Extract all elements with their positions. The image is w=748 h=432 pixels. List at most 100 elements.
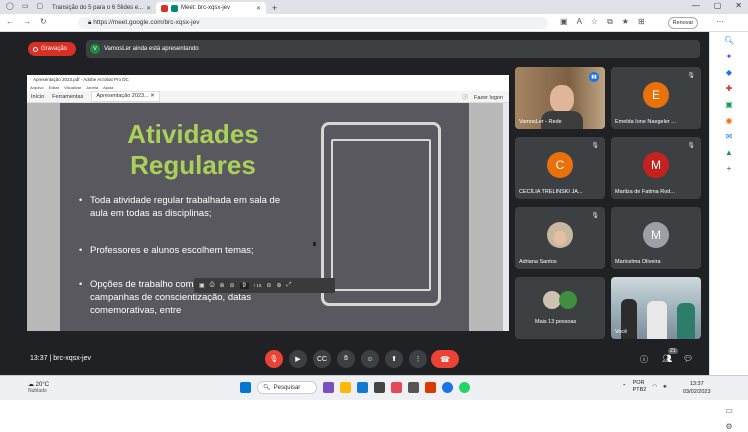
browser-tab-meet[interactable]: Meet: brc-xqsx-jev ✕	[156, 2, 266, 14]
add-sidebar-icon[interactable]: +	[724, 164, 734, 174]
camera-app-icon[interactable]	[408, 382, 419, 393]
participant-tile[interactable]: 🎙︎ E Emelda Ione Naegeler ...	[611, 67, 701, 129]
page-number-field[interactable]: 9	[239, 282, 249, 289]
present-button[interactable]: ⬆	[385, 350, 403, 368]
refresh-icon[interactable]: ↻	[40, 17, 47, 26]
menu-item[interactable]: Visualizar	[64, 85, 81, 90]
tab-home[interactable]: Início	[31, 94, 44, 100]
chevron-up-icon[interactable]: ⌃	[622, 384, 627, 390]
extensions-icon[interactable]: ⧉	[607, 17, 613, 27]
file-explorer-icon[interactable]	[340, 382, 351, 393]
maximize-icon[interactable]: ▢	[714, 1, 722, 10]
office-app-icon[interactable]	[425, 382, 436, 393]
more-participants-tile[interactable]: Mais 13 pessoas	[515, 277, 605, 339]
menu-item[interactable]: Janela	[86, 85, 98, 90]
menu-item[interactable]: Ajuda	[103, 85, 113, 90]
settings-icon[interactable]: ⚙	[724, 422, 734, 432]
camera-toggle-button[interactable]: ▶	[289, 350, 307, 368]
reactions-button[interactable]: ☺	[361, 350, 379, 368]
taskbar-search[interactable]: 🔍︎ Pesquisar	[257, 381, 317, 394]
close-window-icon[interactable]: ✕	[735, 1, 742, 10]
url-field[interactable]: 🔒︎ https://meet.google.com/brc-xqsx-jev	[78, 17, 548, 29]
slide-bullet: • Professores e alunos escolhem temas;	[79, 244, 300, 257]
fit-page-icon[interactable]: ⤢	[286, 282, 291, 289]
leave-call-button[interactable]: ☎	[431, 350, 459, 368]
save-icon[interactable]: ▣	[199, 282, 205, 289]
edge-icon[interactable]	[357, 382, 368, 393]
raise-hand-button[interactable]: ✋︎	[337, 350, 355, 368]
games-icon[interactable]: ▣	[724, 100, 734, 110]
more-options-button[interactable]: ⋮	[409, 350, 427, 368]
chat-icon[interactable]: 💬︎	[683, 354, 693, 363]
tab-tools[interactable]: Ferramentas	[52, 94, 83, 100]
camera-permission-icon[interactable]: ▣	[560, 17, 568, 27]
store-icon[interactable]	[374, 382, 385, 393]
browser-window-buttons: ◯ ▭ ▢	[6, 2, 43, 10]
tools-icon[interactable]: ✚	[724, 84, 734, 94]
captions-icon: CC	[316, 355, 328, 363]
favorite-star-icon[interactable]: ☆	[591, 17, 598, 27]
title-line-1: Atividades	[127, 119, 259, 149]
renew-button[interactable]: Renovar	[668, 17, 698, 29]
recording-badge[interactable]: Gravação	[28, 42, 76, 56]
whatsapp-icon[interactable]	[459, 382, 470, 393]
participant-tile[interactable]: ▮▮ VamosLer - Rede	[515, 67, 605, 129]
volume-icon[interactable]: 🔊︎	[663, 384, 666, 391]
help-icon[interactable]: ⓘ	[462, 95, 468, 101]
drop-icon[interactable]: ▲	[724, 148, 734, 158]
tab-document[interactable]: Apresentação 2023... ✕	[91, 91, 160, 102]
weather-widget[interactable]: ☁ 20°C Nublado	[28, 381, 49, 394]
chrome-icon[interactable]	[442, 382, 453, 393]
collections-icon[interactable]: ⊞	[638, 17, 645, 27]
close-tab-icon[interactable]: ✕	[146, 5, 151, 12]
acrobat-title: Apresentação 2023.pdf - Adobe Acrobat Pr…	[27, 75, 509, 84]
read-aloud-icon[interactable]: A	[577, 17, 582, 27]
page-up-icon[interactable]: ⊕	[219, 282, 224, 289]
office-icon[interactable]: ◉	[724, 116, 734, 126]
slide-title: Atividades Regulares	[98, 119, 288, 181]
participant-tile[interactable]: M Maricelma Oliveira	[611, 207, 701, 269]
back-icon[interactable]: ←	[6, 17, 14, 26]
split-screen-icon[interactable]: ▭	[724, 406, 734, 416]
self-tile[interactable]: Você	[611, 277, 701, 339]
scrollbar[interactable]	[503, 103, 509, 331]
language-indicator[interactable]: POR PTB2	[633, 380, 647, 394]
taskbar-clock[interactable]: 13:37 03/02/2023	[683, 380, 711, 396]
participant-tile[interactable]: 🎙︎ Adriana Santos	[515, 207, 605, 269]
teams-icon[interactable]	[323, 382, 334, 393]
tab-actions-icon[interactable]: ▭	[22, 2, 29, 10]
new-tab-icon[interactable]: +	[272, 3, 277, 13]
mic-toggle-button[interactable]: 🎙︎	[265, 350, 283, 368]
menu-item[interactable]: Arquivo	[30, 85, 44, 90]
minimize-icon[interactable]: —	[692, 1, 700, 10]
close-tab-icon[interactable]: ✕	[256, 5, 261, 12]
print-icon[interactable]: ⎙	[210, 282, 215, 289]
participant-tile[interactable]: 🎙︎ M Marilza de Fatima Rod...	[611, 137, 701, 199]
app-icon[interactable]	[391, 382, 402, 393]
participant-name: Adriana Santos	[519, 259, 557, 265]
zoom-out-icon[interactable]: ⊖	[266, 282, 271, 289]
browser-tab-slides[interactable]: Transição do 5 para o 6 Slides e... ✕	[44, 2, 156, 14]
participant-tile[interactable]: 🎙︎ C CECÍLIA TRELINSKI JA...	[515, 137, 605, 199]
start-icon[interactable]	[240, 382, 251, 393]
discover-icon[interactable]: ✦	[724, 52, 734, 62]
favorites-icon[interactable]: ★	[622, 17, 629, 27]
menu-item[interactable]: Editar	[49, 85, 59, 90]
mouse-cursor-icon	[313, 242, 316, 246]
workspaces-icon[interactable]: ▢	[36, 2, 43, 10]
zoom-in-icon[interactable]: ⊕	[276, 282, 281, 289]
captions-button[interactable]: CC	[313, 350, 331, 368]
acrobat-signin[interactable]: ⓘ Fazer logon	[462, 93, 503, 101]
profile-icon[interactable]: ◯	[6, 2, 14, 10]
people-icon[interactable]: 👥︎	[662, 354, 672, 363]
info-icon[interactable]: ⓘ	[640, 354, 648, 365]
shopping-icon[interactable]: ◆	[724, 68, 734, 78]
wifi-icon[interactable]: ◠	[652, 384, 657, 390]
presenting-text: VamosLer ainda está apresentando	[104, 46, 199, 52]
more-icon[interactable]: ⋯	[716, 17, 724, 26]
tab-title: Transição do 5 para o 6 Slides e...	[52, 5, 144, 11]
outlook-icon[interactable]: ✉	[724, 132, 734, 142]
search-icon[interactable]: 🔍︎	[724, 36, 734, 46]
page-down-icon[interactable]: ⊖	[230, 282, 235, 289]
forward-icon[interactable]: →	[23, 17, 31, 26]
